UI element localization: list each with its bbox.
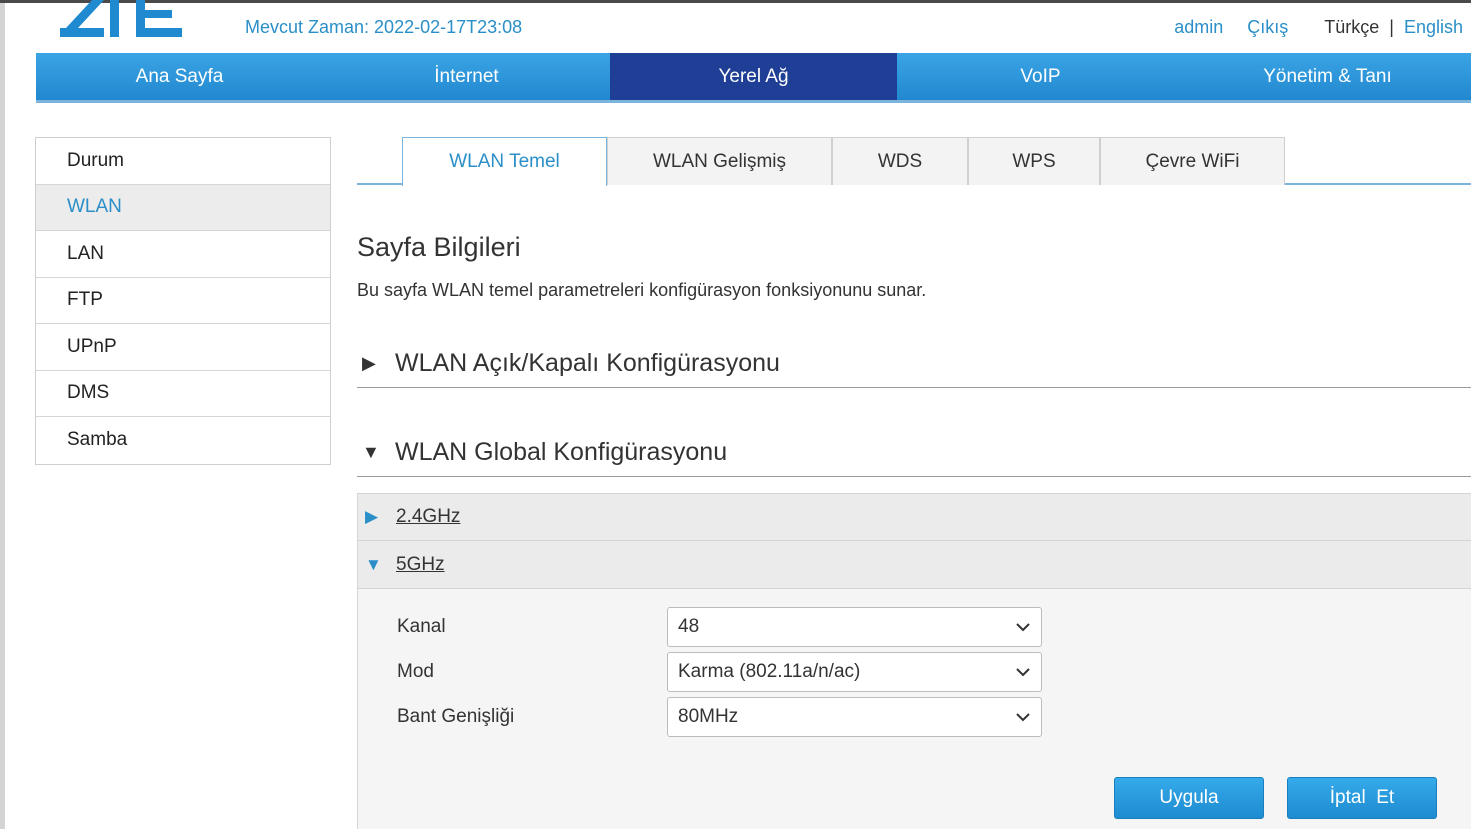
- nav-local-network[interactable]: Yerel Ağ: [610, 53, 897, 100]
- section-title: WLAN Açık/Kapalı Konfigürasyonu: [395, 349, 780, 377]
- nav-home[interactable]: Ana Sayfa: [36, 53, 323, 100]
- tab-wds[interactable]: WDS: [832, 137, 968, 185]
- band-label-2-4ghz[interactable]: 2.4GHz: [396, 506, 460, 528]
- sidebar-item-upnp[interactable]: UPnP: [36, 324, 330, 371]
- nav-management[interactable]: Yönetim & Tanı: [1184, 53, 1471, 100]
- channel-label: Kanal: [397, 616, 446, 637]
- channel-value: 48: [678, 616, 700, 637]
- sidebar-item-lan[interactable]: LAN: [36, 231, 330, 278]
- chevron-down-icon: [1016, 668, 1030, 677]
- window-top-edge: [0, 0, 1471, 3]
- bandwidth-select[interactable]: 80MHz: [667, 697, 1042, 737]
- sidebar-item-wlan[interactable]: WLAN: [36, 184, 330, 231]
- channel-select[interactable]: 48: [667, 607, 1042, 647]
- tab-wlan-temel[interactable]: WLAN Temel: [402, 137, 607, 186]
- language-separator: |: [1389, 17, 1394, 37]
- bandwidth-value: 80MHz: [678, 706, 739, 727]
- apply-button[interactable]: Uygula: [1114, 777, 1264, 819]
- band-5ghz-toggle[interactable]: ▼ 5GHz: [358, 541, 1471, 589]
- tab-cevre-wifi[interactable]: Çevre WiFi: [1100, 137, 1285, 185]
- window-left-edge: [0, 0, 5, 829]
- sidebar-item-samba[interactable]: Samba: [36, 417, 330, 464]
- zte-logo: [58, 0, 188, 40]
- form-row-bandwidth: Bant Genişliği 80MHz: [397, 697, 1042, 737]
- triangle-down-icon: ▼: [365, 554, 382, 574]
- form-row-channel: Kanal 48: [397, 607, 1042, 647]
- chevron-down-icon: [1016, 713, 1030, 722]
- admin-link[interactable]: admin: [1174, 17, 1223, 38]
- section-title: WLAN Global Konfigürasyonu: [395, 438, 728, 466]
- sidebar: Durum WLAN LAN FTP UPnP DMS Samba: [35, 137, 331, 465]
- bandwidth-label: Bant Genişliği: [397, 706, 515, 727]
- band-panel: ▶ 2.4GHz ▼ 5GHz Kanal 48 Mod Karma (802.…: [357, 493, 1471, 829]
- current-time: Mevcut Zaman: 2022-02-17T23:08: [245, 17, 523, 37]
- form-row-mode: Mod Karma (802.11a/n/ac): [397, 652, 1042, 692]
- sidebar-item-durum[interactable]: Durum: [36, 138, 330, 185]
- page-title: Sayfa Bilgileri: [357, 232, 521, 262]
- tab-wlan-gelismis[interactable]: WLAN Gelişmiş: [607, 137, 832, 185]
- section-wlan-global[interactable]: ▼ WLAN Global Konfigürasyonu: [357, 429, 1471, 477]
- nav-voip[interactable]: VoIP: [897, 53, 1184, 100]
- language-english-link[interactable]: English: [1404, 17, 1463, 38]
- page-description: Bu sayfa WLAN temel parametreleri konfig…: [357, 280, 927, 300]
- language-current: Türkçe: [1324, 17, 1380, 37]
- mode-select[interactable]: Karma (802.11a/n/ac): [667, 652, 1042, 692]
- top-navigation: Ana Sayfa İnternet Yerel Ağ VoIP Yönetim…: [36, 53, 1471, 103]
- triangle-right-icon: ▶: [362, 353, 376, 373]
- triangle-down-icon: ▼: [362, 442, 380, 462]
- nav-internet[interactable]: İnternet: [323, 53, 610, 100]
- sidebar-item-dms[interactable]: DMS: [36, 371, 330, 417]
- mode-value: Karma (802.11a/n/ac): [678, 661, 861, 682]
- mode-label: Mod: [397, 661, 434, 682]
- cancel-button[interactable]: İptal Et: [1287, 777, 1437, 819]
- header-user-bar: admin Çıkış Türkçe | English: [1174, 17, 1463, 38]
- chevron-down-icon: [1016, 623, 1030, 632]
- tab-wps[interactable]: WPS: [968, 137, 1100, 185]
- sidebar-item-ftp[interactable]: FTP: [36, 278, 330, 324]
- section-wlan-onoff[interactable]: ▶ WLAN Açık/Kapalı Konfigürasyonu: [357, 340, 1471, 388]
- logout-link[interactable]: Çıkış: [1247, 17, 1288, 38]
- band-label-5ghz[interactable]: 5GHz: [396, 554, 445, 576]
- triangle-right-icon: ▶: [365, 507, 379, 526]
- band-2-4ghz-toggle[interactable]: ▶ 2.4GHz: [358, 493, 1471, 541]
